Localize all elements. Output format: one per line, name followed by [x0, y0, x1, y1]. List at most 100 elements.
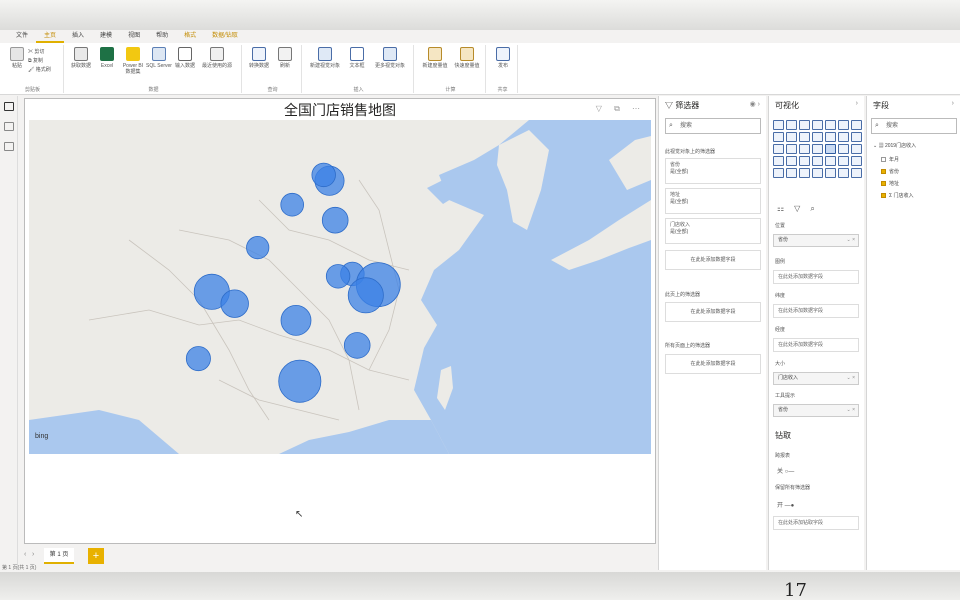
- legend-well[interactable]: 在此处添加数据字段: [773, 270, 859, 284]
- shape-map-icon[interactable]: [851, 144, 862, 154]
- format-painter-button[interactable]: 🖌 格式刷: [28, 66, 51, 74]
- multi-row-card-icon[interactable]: [799, 156, 810, 166]
- sql-server-button[interactable]: SQL Server: [146, 47, 172, 69]
- stacked-bar-icon[interactable]: [773, 120, 784, 130]
- field-checkbox[interactable]: [881, 157, 886, 163]
- copy-button[interactable]: ⧉ 复制: [28, 57, 43, 65]
- filter-drop-all[interactable]: 在此处添加数据字段: [665, 354, 761, 374]
- stacked-area-icon[interactable]: [786, 132, 797, 142]
- filter-drop-visual[interactable]: 在此处添加数据字段: [665, 250, 761, 270]
- map-visual[interactable]: 全国门店销售地图 ▽ ⧉ ⋯ bing: [29, 100, 651, 454]
- field-item[interactable]: 年月: [881, 156, 899, 163]
- fields-collapse-icon[interactable]: ›: [952, 100, 954, 107]
- stacked-column-icon[interactable]: [786, 120, 797, 130]
- 100-bar-icon[interactable]: [825, 120, 836, 130]
- field-item[interactable]: Σ 门店收入: [881, 192, 913, 199]
- fields-search-input[interactable]: ⌕ 搜索: [871, 118, 957, 134]
- line-clustered-icon[interactable]: [812, 132, 823, 142]
- text-box-button[interactable]: 文本框: [344, 47, 370, 69]
- latitude-well[interactable]: 在此处添加数据字段: [773, 304, 859, 318]
- cross-report-toggle[interactable]: 关 ○—: [777, 466, 794, 475]
- python-visual-icon[interactable]: [786, 168, 797, 178]
- slicer-icon[interactable]: [825, 156, 836, 166]
- line-chart-icon[interactable]: [851, 120, 862, 130]
- drill-well[interactable]: 在此处添加钻取字段: [773, 516, 859, 530]
- data-view-icon[interactable]: [4, 122, 14, 131]
- tab-help[interactable]: 帮助: [148, 30, 176, 43]
- line-column-icon[interactable]: [799, 132, 810, 142]
- map-bubble[interactable]: [280, 192, 305, 217]
- map-bubble[interactable]: [321, 206, 349, 234]
- new-measure-button[interactable]: 新建度量值: [420, 47, 450, 69]
- keep-filters-toggle[interactable]: 开 —●: [777, 500, 794, 509]
- filter-card-revenue[interactable]: 门店收入 是(全部): [665, 218, 761, 244]
- field-checkbox[interactable]: [881, 181, 886, 187]
- more-options-icon[interactable]: [851, 168, 862, 178]
- tab-modeling[interactable]: 建模: [92, 30, 120, 43]
- enter-data-button[interactable]: 输入数据: [172, 47, 198, 69]
- field-checkbox[interactable]: [881, 193, 886, 199]
- cut-button[interactable]: ✂ 剪切: [28, 48, 44, 56]
- field-item[interactable]: 地址: [881, 180, 899, 187]
- quick-measure-button[interactable]: 快速度量值: [452, 47, 482, 69]
- key-influencers-icon[interactable]: [799, 168, 810, 178]
- map-bubble[interactable]: [246, 236, 270, 260]
- qa-icon[interactable]: [825, 168, 836, 178]
- map-bubble[interactable]: [280, 304, 312, 336]
- r-visual-icon[interactable]: [773, 168, 784, 178]
- more-visuals-button[interactable]: 更多视觉对象: [372, 47, 408, 69]
- matrix-icon[interactable]: [851, 156, 862, 166]
- filter-drop-page[interactable]: 在此处添加数据字段: [665, 302, 761, 322]
- filters-search-input[interactable]: ⌕ 搜索: [665, 118, 761, 134]
- decomposition-tree-icon[interactable]: [812, 168, 823, 178]
- kpi-icon[interactable]: [812, 156, 823, 166]
- field-item[interactable]: 省份: [881, 168, 899, 175]
- pie-icon[interactable]: [786, 144, 797, 154]
- map-bubble[interactable]: [185, 346, 211, 372]
- report-view-icon[interactable]: [4, 102, 14, 111]
- tab-format[interactable]: 格式: [176, 30, 204, 43]
- clustered-column-icon[interactable]: [812, 120, 823, 130]
- tab-home[interactable]: 主页: [36, 30, 65, 43]
- tooltips-well[interactable]: 省份 ⌄ ×: [773, 404, 859, 417]
- remove-icon[interactable]: ⌄ ×: [847, 235, 856, 246]
- filter-card-address[interactable]: 地址 是(全部): [665, 188, 761, 214]
- filter-card-province[interactable]: 省份 是(全部): [665, 158, 761, 184]
- funnel-icon[interactable]: [851, 132, 862, 142]
- treemap-icon[interactable]: [812, 144, 823, 154]
- table-visual-icon[interactable]: [838, 156, 849, 166]
- next-page-icon[interactable]: ›: [32, 551, 34, 558]
- card-icon[interactable]: [786, 156, 797, 166]
- report-canvas[interactable]: 全国门店销售地图 ▽ ⧉ ⋯ bing ↖: [24, 98, 656, 544]
- map-bubble[interactable]: [311, 162, 336, 188]
- transform-data-button[interactable]: 转换数据: [246, 47, 272, 69]
- page-tab-1[interactable]: 第 1 页: [44, 548, 74, 564]
- field-table[interactable]: ⌄ ▦ 2019门店收入: [873, 142, 916, 149]
- powerbi-dataset-button[interactable]: Power BI 数据集: [120, 47, 146, 75]
- tab-file[interactable]: 文件: [8, 30, 36, 43]
- tab-data-drill[interactable]: 数据/钻取: [204, 30, 246, 43]
- get-data-button[interactable]: 获取数据: [68, 47, 94, 69]
- map-bubble[interactable]: [325, 264, 351, 289]
- gauge-icon[interactable]: [773, 156, 784, 166]
- waterfall-icon[interactable]: [838, 132, 849, 142]
- tab-insert[interactable]: 插入: [64, 30, 92, 43]
- ribbon-chart-icon[interactable]: [825, 132, 836, 142]
- visual-header-icons[interactable]: ▽ ⧉ ⋯: [596, 104, 645, 114]
- new-visual-button[interactable]: 新建视觉对象: [308, 47, 342, 69]
- remove-icon[interactable]: ⌄ ×: [847, 405, 856, 416]
- area-chart-icon[interactable]: [773, 132, 784, 142]
- model-view-icon[interactable]: [4, 142, 14, 151]
- prev-page-icon[interactable]: ‹: [24, 551, 26, 558]
- map-bubble[interactable]: [220, 289, 249, 318]
- pane-mode-icons[interactable]: ⚏▽⌕: [777, 204, 825, 214]
- donut-icon[interactable]: [799, 144, 810, 154]
- filters-collapse-icon[interactable]: ◉ ›: [750, 100, 760, 108]
- location-well[interactable]: 省份 ⌄ ×: [773, 234, 859, 247]
- refresh-button[interactable]: 刷新: [272, 47, 298, 69]
- longitude-well[interactable]: 在此处添加数据字段: [773, 338, 859, 352]
- map-bubble[interactable]: [347, 277, 384, 314]
- paste-button[interactable]: 粘贴: [4, 47, 30, 69]
- bubble-map[interactable]: bing: [29, 120, 651, 454]
- remove-icon[interactable]: ⌄ ×: [847, 373, 856, 384]
